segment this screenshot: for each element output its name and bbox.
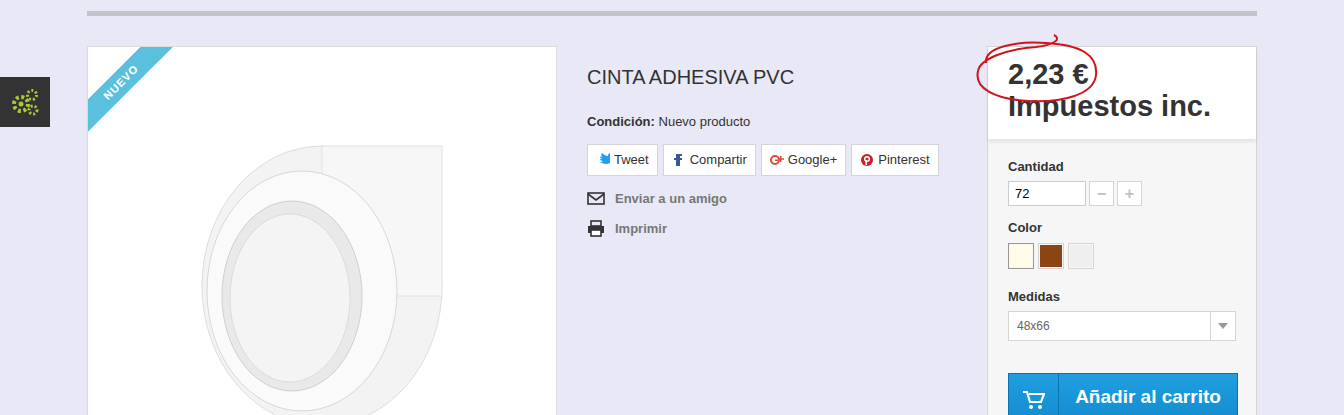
- chevron-down-icon: [1218, 323, 1228, 329]
- annotation-circle: [966, 33, 1111, 111]
- tax-note: Impuestos inc.: [1008, 91, 1236, 123]
- envelope-icon: [587, 190, 605, 207]
- product-image[interactable]: NUEVO: [87, 46, 557, 415]
- swatch-fill: [1040, 245, 1062, 267]
- product-title: CINTA ADHESIVA PVC: [587, 64, 957, 90]
- share-buttons: Tweet Compartir Google+ Pinterest: [587, 144, 957, 176]
- share-button[interactable]: Pinterest: [851, 144, 938, 176]
- share-label: Google+: [788, 152, 838, 168]
- page: NUEVO CINTA ADHESIVA PVC Condición: Nuevo …: [87, 11, 1257, 415]
- product-area: NUEVO CINTA ADHESIVA PVC Condición: Nuevo …: [87, 46, 1257, 415]
- color-swatch[interactable]: [1068, 243, 1094, 269]
- quantity-row: −+: [1008, 181, 1236, 206]
- condition-value: Nuevo producto: [659, 114, 751, 129]
- twitter-icon: [596, 153, 610, 167]
- buy-form: Cantidad −+ Color Medidas 48x66 Añadir al car…: [988, 139, 1256, 415]
- share-button[interactable]: Tweet: [587, 144, 658, 176]
- pinterest-icon: [860, 153, 874, 167]
- facebook-icon: [672, 153, 686, 167]
- color-label: Color: [1008, 218, 1236, 238]
- buy-box: 2,23 €Impuestos inc. Cantidad −+ Color Medid…: [987, 46, 1257, 415]
- new-badge: NUEVO: [87, 46, 175, 136]
- color-swatches: [1008, 243, 1236, 269]
- color-swatch[interactable]: [1008, 243, 1034, 269]
- add-to-cart-label: Añadir al carrito: [1059, 374, 1237, 415]
- size-value: 48x66: [1009, 312, 1210, 340]
- add-to-cart-button[interactable]: Añadir al carrito: [1008, 373, 1238, 415]
- share-label: Pinterest: [878, 152, 929, 168]
- price-block: 2,23 €Impuestos inc.: [988, 47, 1256, 139]
- color-swatch[interactable]: [1038, 243, 1064, 269]
- link-label: Imprimir: [615, 219, 667, 239]
- share-label: Compartir: [690, 152, 747, 168]
- cart-icon: [1023, 390, 1045, 410]
- size-label: Medidas: [1008, 287, 1236, 307]
- cart-icon-box: [1009, 374, 1059, 415]
- product-link[interactable]: Imprimir: [587, 219, 957, 239]
- product-link[interactable]: Enviar a un amigo: [587, 189, 957, 209]
- dropdown-arrow: [1210, 312, 1235, 340]
- share-label: Tweet: [614, 152, 649, 168]
- price: 2,23 €: [1008, 59, 1236, 91]
- top-divider: [87, 11, 1257, 16]
- printer-icon: [587, 220, 605, 237]
- quantity-label: Cantidad: [1008, 157, 1236, 177]
- product-links: Enviar a un amigo Imprimir: [587, 189, 957, 239]
- share-button[interactable]: Compartir: [663, 144, 756, 176]
- share-button[interactable]: Google+: [761, 144, 847, 176]
- quantity-plus[interactable]: +: [1117, 181, 1142, 206]
- settings-toggle[interactable]: [0, 77, 50, 127]
- gear-icon: [10, 87, 40, 117]
- product-condition: Condición: Nuevo producto: [587, 112, 957, 132]
- swatch-fill: [1010, 245, 1032, 267]
- link-label: Enviar a un amigo: [615, 189, 727, 209]
- tape-roll-icon: [172, 56, 472, 415]
- quantity-input[interactable]: [1008, 181, 1086, 206]
- product-info: CINTA ADHESIVA PVC Condición: Nuevo produ…: [587, 46, 957, 239]
- quantity-minus[interactable]: −: [1089, 181, 1114, 206]
- swatch-fill: [1070, 245, 1092, 267]
- condition-label: Condición:: [587, 114, 655, 129]
- size-select[interactable]: 48x66: [1008, 311, 1236, 341]
- google-plus-icon: [770, 153, 784, 167]
